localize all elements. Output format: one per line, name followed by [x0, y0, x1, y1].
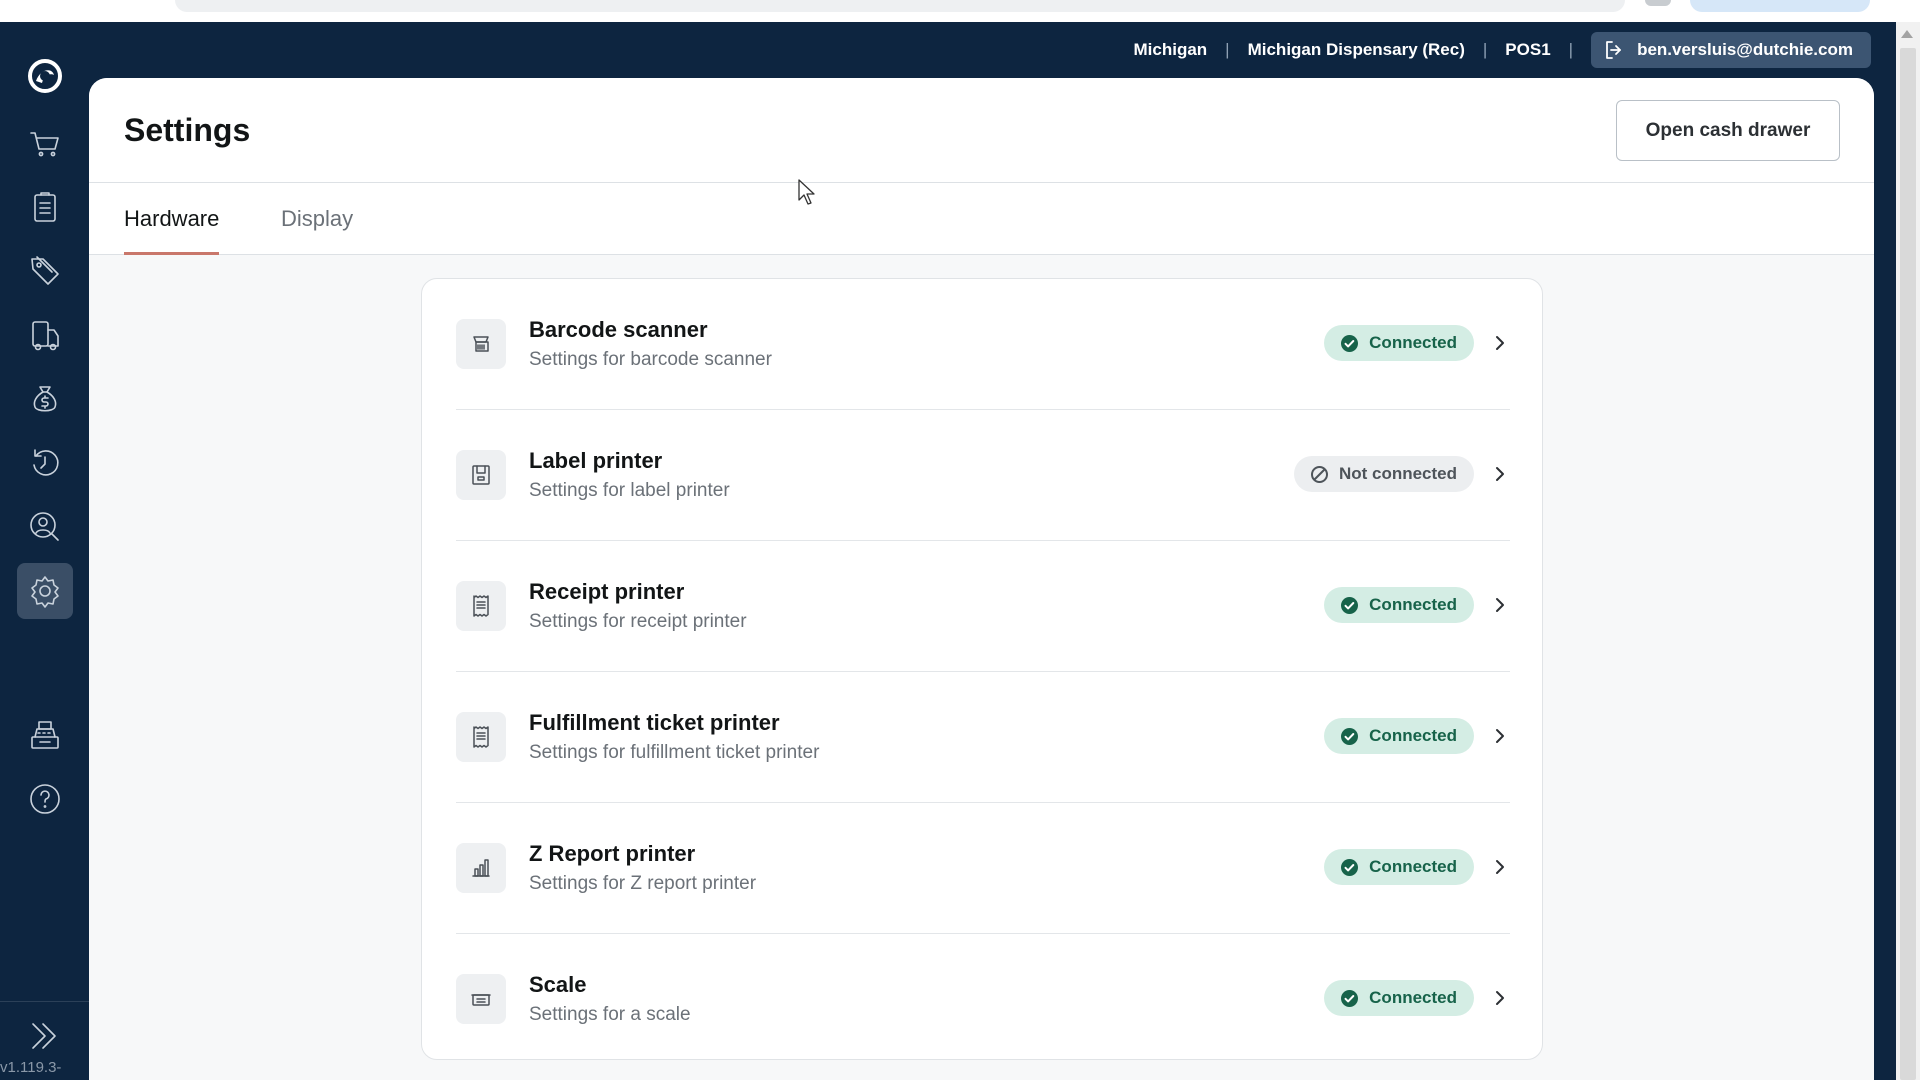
row-subtitle: Settings for barcode scanner [529, 349, 772, 370]
top-bar: Michigan | Michigan Dispensary (Rec) | P… [89, 22, 1896, 78]
check-circle-icon [1341, 727, 1359, 745]
hardware-row-receipt-printer[interactable]: Receipt printer Settings for receipt pri… [456, 541, 1510, 672]
browser-address-bar[interactable] [175, 0, 1625, 12]
status-label: Connected [1369, 595, 1457, 614]
status-badge: Connected [1324, 718, 1474, 754]
receipt-icon [456, 581, 506, 631]
user-email: ben.versluis@dutchie.com [1637, 40, 1853, 59]
chevron-right-icon[interactable] [1490, 332, 1510, 354]
label-printer-icon [456, 450, 506, 500]
page-title: Settings [124, 112, 251, 148]
dutchie-logo-icon[interactable] [26, 57, 64, 95]
row-title: Label printer [529, 448, 663, 473]
hardware-row-barcode-scanner[interactable]: Barcode scanner Settings for barcode sca… [456, 279, 1510, 410]
expand-icon [32, 1023, 56, 1049]
page-header: Settings Open cash drawer [89, 78, 1874, 183]
crumb-separator: | [1568, 40, 1574, 59]
row-title: Z Report printer [529, 841, 696, 866]
sidebar-divider [0, 1001, 89, 1002]
status-badge: Connected [1324, 849, 1474, 885]
row-subtitle: Settings for a scale [529, 1004, 691, 1025]
row-title: Receipt printer [529, 579, 685, 604]
browser-chrome [0, 0, 1920, 22]
settings-panel: Settings Open cash drawer Hardware Displ… [89, 78, 1874, 1080]
location-label[interactable]: Michigan Dispensary (Rec) [1248, 40, 1465, 60]
status-badge: Not connected [1293, 456, 1474, 492]
check-circle-icon [1341, 858, 1359, 876]
check-circle-icon [1341, 596, 1359, 614]
status-badge: Connected [1324, 325, 1474, 361]
not-connected-icon [1310, 465, 1328, 483]
hardware-list: Barcode scanner Settings for barcode sca… [421, 278, 1543, 1060]
chevron-right-icon[interactable] [1490, 856, 1510, 878]
cash-register-icon [31, 721, 59, 749]
scroll-up-arrow-icon[interactable] [1901, 30, 1913, 38]
ticket-icon [456, 712, 506, 762]
hardware-row-label-printer[interactable]: Label printer Settings for label printer… [456, 410, 1510, 541]
browser-action-button[interactable] [1690, 0, 1870, 12]
barcode-scanner-icon [456, 319, 506, 369]
row-title: Barcode scanner [529, 317, 708, 342]
logout-user-button[interactable]: ben.versluis@dutchie.com [1591, 32, 1871, 68]
chevron-right-icon[interactable] [1490, 987, 1510, 1009]
clipboard-icon [34, 192, 56, 222]
history-icon [33, 449, 59, 476]
hardware-row-scale[interactable]: Scale Settings for a scale Connected [456, 934, 1510, 1065]
state-label[interactable]: Michigan [1134, 40, 1208, 60]
status-badge: Connected [1324, 587, 1474, 623]
browser-profile-icon[interactable] [1645, 0, 1671, 6]
row-subtitle: Settings for Z report printer [529, 873, 757, 894]
status-label: Not connected [1338, 464, 1457, 483]
settings-gear-icon [31, 576, 59, 608]
settings-tabs: Hardware Display [89, 183, 1874, 255]
crumb-separator: | [1482, 40, 1488, 59]
chevron-right-icon[interactable] [1490, 594, 1510, 616]
check-circle-icon [1341, 334, 1359, 352]
logout-icon [1606, 41, 1621, 59]
status-label: Connected [1369, 726, 1457, 745]
cart-icon [30, 132, 59, 157]
chevron-right-icon[interactable] [1490, 463, 1510, 485]
row-subtitle: Settings for receipt printer [529, 611, 747, 632]
chevron-right-icon[interactable] [1490, 725, 1510, 747]
tag-icon [31, 256, 59, 285]
customer-search-icon [30, 512, 59, 541]
sidebar: v1.119.3- 105- [0, 22, 89, 1080]
register-label[interactable]: POS1 [1505, 40, 1550, 60]
nav-register[interactable] [17, 707, 73, 763]
open-cash-drawer-button[interactable]: Open cash drawer [1616, 100, 1840, 161]
nav-customers[interactable] [17, 499, 73, 555]
nav-finance[interactable] [17, 371, 73, 427]
scrollbar-thumb[interactable] [1900, 48, 1916, 1080]
nav-settings[interactable] [17, 563, 73, 619]
tab-hardware[interactable]: Hardware [124, 183, 220, 255]
mouse-cursor-icon [798, 179, 815, 205]
help-icon [30, 784, 60, 814]
nav-expand[interactable] [17, 1008, 73, 1064]
app-version: v1.119.3- 105- [0, 1059, 62, 1080]
nav-history[interactable] [17, 435, 73, 491]
row-title: Scale [529, 972, 587, 997]
row-subtitle: Settings for label printer [529, 480, 730, 501]
tab-display[interactable]: Display [281, 183, 353, 255]
status-label: Connected [1369, 857, 1457, 876]
status-label: Connected [1369, 988, 1457, 1007]
truck-icon [32, 321, 59, 351]
nav-orders[interactable] [17, 179, 73, 235]
nav-cart[interactable] [17, 115, 73, 171]
bar-chart-icon [456, 843, 506, 893]
row-subtitle: Settings for fulfillment ticket printer [529, 742, 820, 763]
check-circle-icon [1341, 989, 1359, 1007]
nav-help[interactable] [17, 771, 73, 827]
nav-deliveries[interactable] [17, 307, 73, 363]
crumb-separator: | [1225, 40, 1230, 59]
row-title: Fulfillment ticket printer [529, 710, 780, 735]
hardware-row-z-report-printer[interactable]: Z Report printer Settings for Z report p… [456, 803, 1510, 934]
scale-icon [456, 974, 506, 1024]
money-bag-icon [33, 386, 57, 412]
nav-products[interactable] [17, 243, 73, 299]
status-badge: Connected [1324, 980, 1474, 1016]
hardware-row-fulfillment-ticket-printer[interactable]: Fulfillment ticket printer Settings for … [456, 672, 1510, 803]
status-label: Connected [1369, 333, 1457, 352]
